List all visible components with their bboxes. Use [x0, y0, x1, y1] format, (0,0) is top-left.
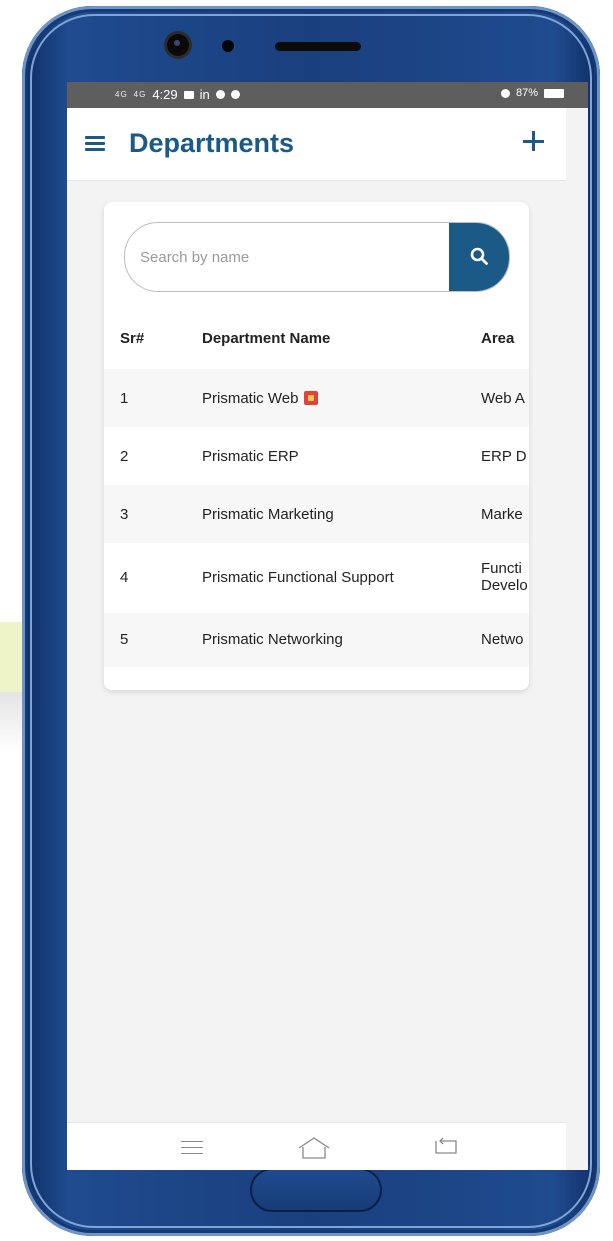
notification-dot-icon-2 — [230, 90, 240, 99]
table-row[interactable]: 4 Prismatic Functional Support Functi Dev… — [104, 543, 529, 613]
notification-icon — [183, 90, 194, 99]
app-bar: Departments — [67, 108, 566, 181]
page-title: Departments — [129, 128, 295, 158]
signal-icon-2: 4G — [133, 90, 147, 99]
table-row[interactable]: 1 Prismatic Web Web A — [104, 369, 529, 427]
notification-badge-icon — [304, 391, 319, 405]
status-time: 4:29 — [152, 87, 178, 102]
search-button[interactable] — [449, 223, 509, 291]
header-sr: Sr# — [120, 330, 145, 347]
earpiece-speaker — [275, 42, 361, 51]
search-input[interactable] — [125, 223, 447, 291]
home-icon[interactable] — [297, 1135, 331, 1161]
recent-apps-icon[interactable] — [181, 1141, 203, 1155]
phone-screen: 4G 4G 4:29 in 87% Departments Search by … — [67, 82, 588, 1170]
battery-icon — [544, 88, 564, 98]
linkedin-icon: in — [199, 87, 210, 102]
magnifier-icon — [470, 247, 488, 265]
header-department-name: Department Name — [202, 330, 331, 347]
table-header: Sr# Department Name Area — [104, 307, 529, 369]
hamburger-menu-icon[interactable] — [85, 136, 105, 151]
alarm-icon — [500, 88, 510, 98]
hardware-home-button[interactable] — [250, 1168, 382, 1212]
header-area: Area — [481, 330, 515, 347]
departments-card: Sr# Department Name Area 1 Prismatic Web… — [104, 202, 529, 690]
back-icon[interactable] — [433, 1136, 459, 1156]
table-row[interactable]: 5 Prismatic Networking Netwo — [104, 613, 529, 667]
table-row[interactable]: 2 Prismatic ERP ERP D — [104, 427, 529, 485]
front-camera — [167, 34, 189, 56]
table-row[interactable]: 3 Prismatic Marketing Marke — [104, 485, 529, 543]
search-bar — [124, 222, 510, 292]
proximity-sensor — [222, 40, 234, 52]
battery-percent: 87% — [515, 87, 538, 99]
system-nav-bar — [67, 1122, 566, 1170]
signal-icon: 4G — [115, 90, 128, 99]
notification-dot-icon — [215, 90, 225, 99]
status-bar: 4G 4G 4:29 in 87% — [67, 82, 588, 108]
add-department-button[interactable] — [522, 129, 546, 153]
